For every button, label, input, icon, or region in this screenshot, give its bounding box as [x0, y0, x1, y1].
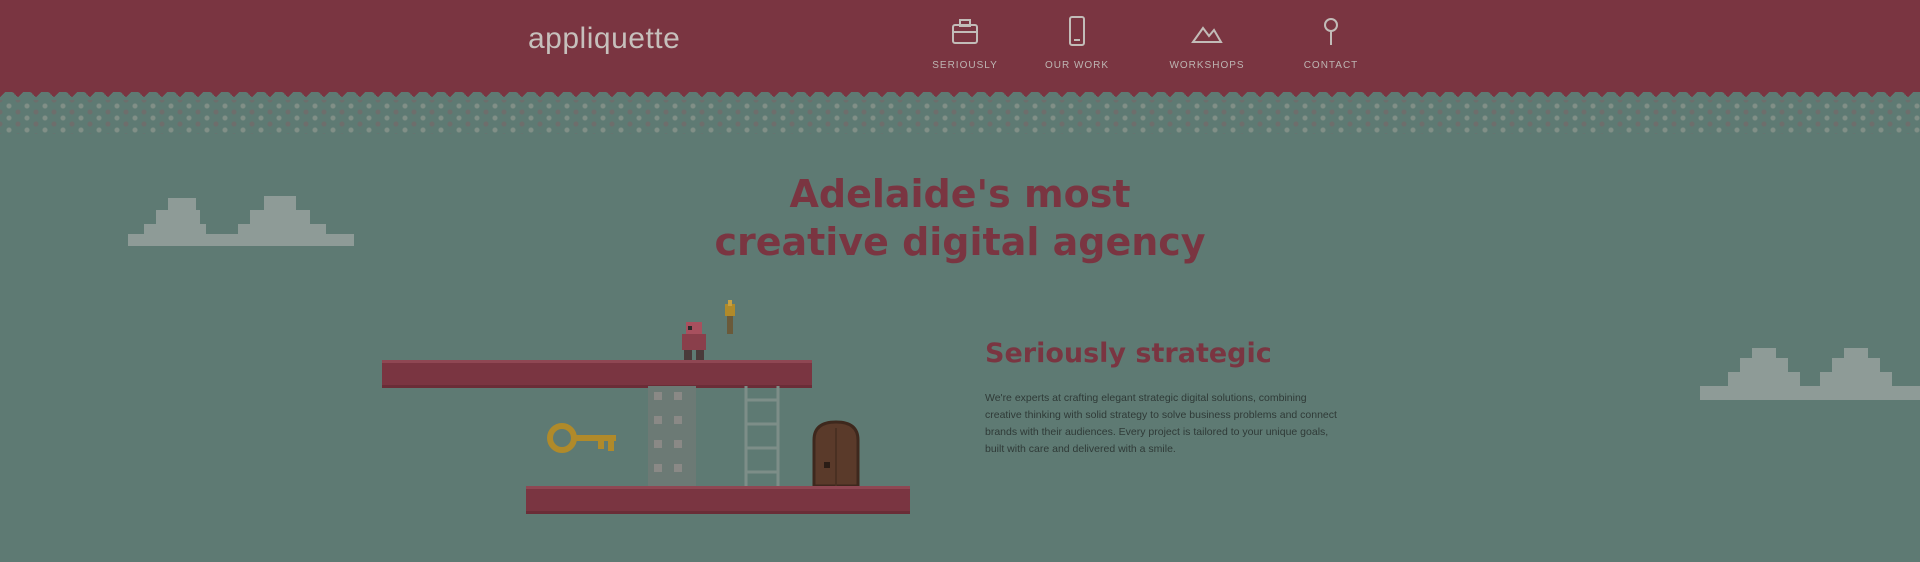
phone-icon	[1069, 16, 1085, 46]
cloud-right	[1700, 348, 1920, 400]
site-logo[interactable]: appliquette	[528, 22, 680, 56]
nav-item-workshops[interactable]: Workshops	[1152, 14, 1262, 71]
headline-line-1: Adelaide's most	[789, 172, 1131, 216]
nav-label: Contact	[1303, 60, 1359, 71]
lower-platform	[526, 486, 910, 514]
pin-icon	[1324, 18, 1338, 45]
ladder-right	[744, 386, 780, 486]
decorative-pattern-band	[0, 100, 1920, 134]
section-body: We're experts at crafting elegant strate…	[985, 392, 1337, 455]
nav-item-contact[interactable]: Contact	[1276, 14, 1386, 71]
hero-headline: Adelaide's most creative digital agency	[600, 170, 1320, 266]
nav-label: Our Work	[1044, 60, 1110, 71]
torch-icon	[725, 300, 735, 334]
section-title: Seriously strategic	[985, 338, 1272, 369]
mountain-icon	[1191, 26, 1223, 43]
pixel-character	[682, 322, 706, 360]
cloud-left	[128, 196, 354, 246]
nav-item-our-work[interactable]: Our Work	[1022, 14, 1132, 71]
nav-label: Seriously	[932, 60, 998, 71]
key-icon	[547, 423, 616, 453]
nav-label: Workshops	[1169, 60, 1245, 71]
headline-line-2: creative digital agency	[714, 220, 1206, 264]
ladder-left	[648, 386, 696, 486]
upper-platform	[382, 360, 812, 388]
door-icon	[812, 420, 860, 486]
nav-item-seriously[interactable]: Seriously	[910, 14, 1020, 71]
briefcase-icon	[952, 19, 978, 44]
